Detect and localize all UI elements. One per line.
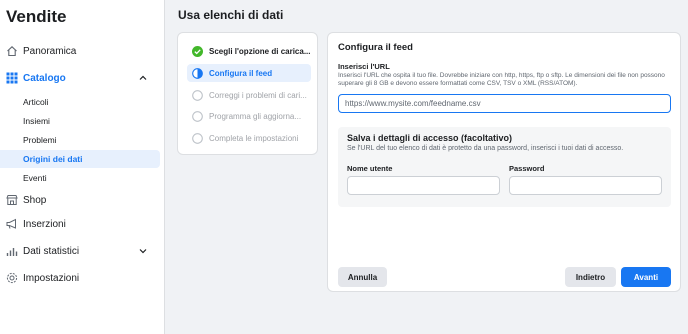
section-title: Configura il feed	[338, 42, 413, 53]
nav-item-shop[interactable]: Shop	[0, 189, 160, 211]
username-field[interactable]	[347, 176, 500, 195]
bar-chart-icon	[6, 245, 18, 257]
nav-item-dati-statistici[interactable]: Dati statistici	[0, 240, 160, 262]
subitem-label: Problemi	[23, 135, 57, 145]
back-button[interactable]: Indietro	[565, 267, 616, 287]
subitem-label: Eventi	[23, 173, 47, 183]
empty-circle-icon	[192, 110, 203, 122]
step-label: Programma gli aggiorna...	[209, 111, 302, 121]
sidebar-subitem-insiemi[interactable]: Insiemi	[0, 112, 160, 130]
check-circle-icon	[192, 45, 203, 57]
home-icon	[6, 45, 18, 57]
chevron-up-icon	[139, 75, 147, 80]
access-details-description: Se l'URL del tuo elenco di dati è protet…	[347, 145, 624, 152]
username-label: Nome utente	[347, 164, 393, 173]
empty-circle-icon	[192, 132, 203, 144]
step-label: Correggi i problemi di cari...	[209, 90, 307, 100]
megaphone-icon	[6, 218, 18, 230]
feed-url-input[interactable]	[338, 94, 671, 113]
password-label: Password	[509, 164, 545, 173]
grid-icon	[6, 72, 18, 84]
nav-item-panoramica[interactable]: Panoramica	[0, 40, 160, 62]
access-details-title: Salva i dettagli di accesso (facoltativo…	[347, 133, 513, 143]
sidebar: Vendite Panoramica Catalogo Articoli Ins…	[0, 0, 165, 334]
step-configure-feed[interactable]: Configura il feed	[187, 64, 311, 82]
url-field-help: Inserisci l'URL che ospita il tuo file. …	[338, 72, 665, 87]
page-title: Usa elenchi di dati	[178, 8, 284, 22]
step-choose-upload-option[interactable]: Scegli l'opzione di carica...	[187, 42, 311, 60]
sidebar-subitem-eventi[interactable]: Eventi	[0, 169, 160, 187]
configure-feed-card: Configura il feed Inserisci l'URL Inseri…	[327, 32, 681, 292]
nav-item-catalogo[interactable]: Catalogo	[0, 67, 160, 89]
access-details-section: Salva i dettagli di accesso (facoltativo…	[338, 127, 671, 207]
url-field-label: Inserisci l'URL	[338, 62, 390, 71]
step-fix-upload-issues[interactable]: Correggi i problemi di cari...	[187, 86, 311, 104]
app-title: Vendite	[6, 7, 67, 26]
password-field[interactable]	[509, 176, 662, 195]
nav-label: Catalogo	[23, 72, 66, 84]
nav-item-impostazioni[interactable]: Impostazioni	[0, 267, 160, 289]
nav-item-inserzioni[interactable]: Inserzioni	[0, 213, 160, 235]
subitem-label: Insiemi	[23, 116, 50, 126]
nav-label: Inserzioni	[23, 218, 66, 230]
step-label: Completa le impostazioni	[209, 133, 299, 143]
cancel-button[interactable]: Annulla	[338, 267, 387, 287]
nav-label: Impostazioni	[23, 272, 80, 284]
next-button[interactable]: Avanti	[621, 267, 671, 287]
subitem-label: Origini dei dati	[23, 154, 83, 164]
step-complete-setup[interactable]: Completa le impostazioni	[187, 129, 311, 147]
nav-label: Panoramica	[23, 45, 77, 57]
nav-label: Dati statistici	[23, 245, 80, 257]
half-circle-icon	[192, 67, 203, 79]
nav-label: Shop	[23, 194, 47, 206]
setup-stepper: Scegli l'opzione di carica... Configura …	[177, 32, 318, 155]
subitem-label: Articoli	[23, 97, 49, 107]
empty-circle-icon	[192, 89, 203, 101]
store-icon	[6, 194, 18, 206]
step-label: Configura il feed	[209, 68, 273, 78]
sidebar-subitem-articoli[interactable]: Articoli	[0, 93, 160, 111]
step-label: Scegli l'opzione di carica...	[209, 46, 311, 56]
sidebar-subitem-problemi[interactable]: Problemi	[0, 131, 160, 149]
sidebar-subitem-origini-dei-dati[interactable]: Origini dei dati	[0, 150, 160, 168]
step-schedule-updates[interactable]: Programma gli aggiorna...	[187, 107, 311, 125]
gear-icon	[6, 272, 18, 284]
chevron-down-icon	[139, 249, 147, 254]
